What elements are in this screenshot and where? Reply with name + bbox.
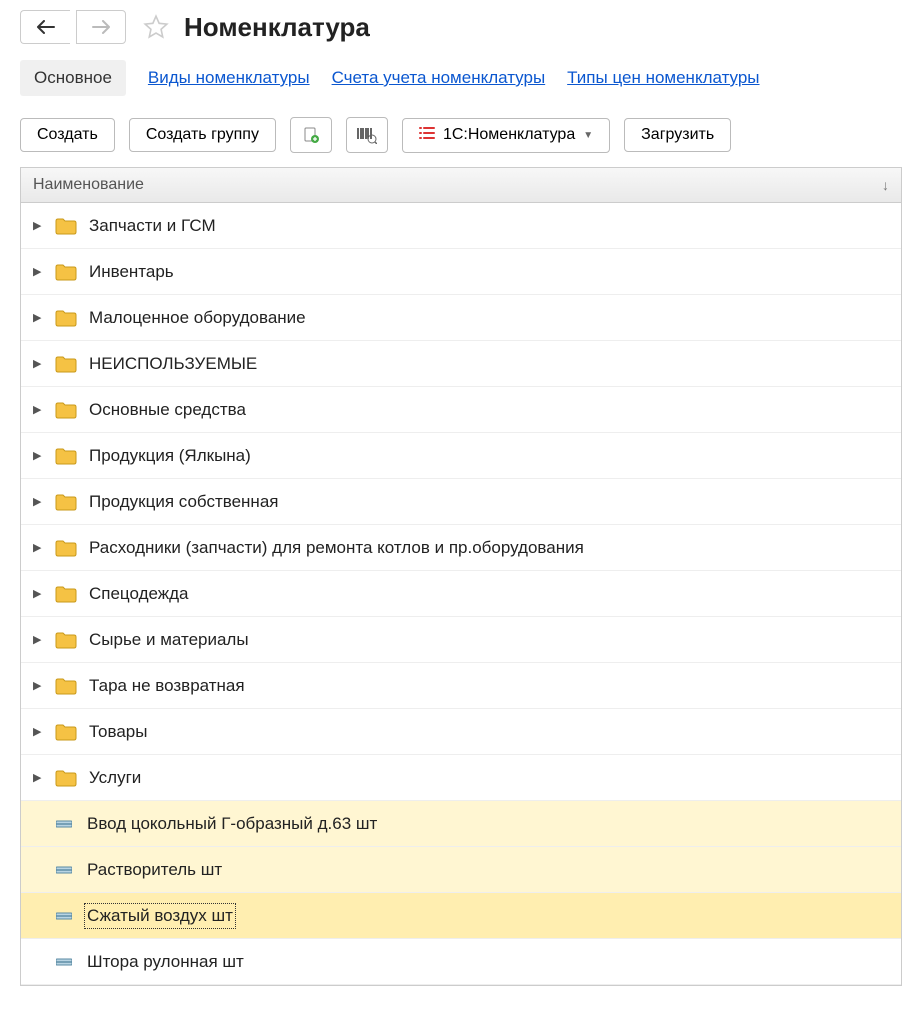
create-button-label: Создать [37,126,98,144]
sort-indicator-icon: ↓ [882,177,889,193]
row-label: Расходники (запчасти) для ремонта котлов… [89,538,584,558]
create-button[interactable]: Создать [20,118,115,152]
item-icon [55,865,73,875]
row-label: Инвентарь [89,262,174,282]
tree-folder-row[interactable]: ▶ Инвентарь [21,249,901,295]
load-button[interactable]: Загрузить [624,118,731,152]
item-icon [55,911,73,921]
chevron-down-icon: ▼ [583,130,593,141]
expand-arrow-icon: ▶ [33,357,47,370]
expand-arrow-icon: ▶ [33,541,47,554]
table-header[interactable]: Наименование ↓ [21,168,901,203]
load-button-label: Загрузить [641,126,714,144]
expand-arrow-icon: ▶ [33,265,47,278]
folder-icon [55,585,77,603]
expand-arrow-icon: ▶ [33,311,47,324]
row-label: Запчасти и ГСМ [89,216,216,236]
reference-dropdown-label: 1С:Номенклатура [443,126,575,144]
tree-folder-row[interactable]: ▶ Продукция собственная [21,479,901,525]
favorite-star-button[interactable] [142,13,170,41]
star-icon [143,14,169,40]
tree-item-row[interactable]: Сжатый воздух шт [21,893,901,939]
row-label: Услуги [89,768,141,788]
expand-arrow-icon: ▶ [33,403,47,416]
nav-back-button[interactable] [20,10,70,44]
tree-folder-row[interactable]: ▶ Основные средства [21,387,901,433]
tree-item-row[interactable]: Штора рулонная шт [21,939,901,985]
tree-folder-row[interactable]: ▶ Малоценное оборудование [21,295,901,341]
row-label: Тара не возвратная [89,676,245,696]
create-group-button[interactable]: Создать группу [129,118,276,152]
folder-icon [55,631,77,649]
tree-folder-row[interactable]: ▶ Расходники (запчасти) для ремонта котло… [21,525,901,571]
row-label: Продукция (Ялкына) [89,446,251,466]
expand-arrow-icon: ▶ [33,219,47,232]
row-label: НЕИСПОЛЬЗУЕМЫЕ [89,354,257,374]
row-label: Спецодежда [89,584,189,604]
row-label: Основные средства [89,400,246,420]
column-header-name: Наименование [33,176,144,194]
tree-folder-row[interactable]: ▶ Спецодежда [21,571,901,617]
tree-folder-row[interactable]: ▶ Товары [21,709,901,755]
expand-arrow-icon: ▶ [33,495,47,508]
item-icon [55,819,73,829]
folder-icon [55,723,77,741]
arrow-left-icon [36,20,56,34]
folder-icon [55,309,77,327]
expand-arrow-icon: ▶ [33,449,47,462]
document-plus-icon [302,126,320,144]
expand-arrow-icon: ▶ [33,679,47,692]
tab-link-price-types[interactable]: Типы цен номенклатуры [567,68,759,88]
tree-folder-row[interactable]: ▶ Услуги [21,755,901,801]
tree-item-row[interactable]: Ввод цокольный Г-образный д.63 шт [21,801,901,847]
page-title: Номенклатура [184,12,370,43]
expand-arrow-icon: ▶ [33,587,47,600]
tree-item-row[interactable]: Растворитель шт [21,847,901,893]
row-label: Штора рулонная шт [87,952,244,972]
folder-icon [55,539,77,557]
reference-dropdown[interactable]: 1С:Номенклатура ▼ [402,118,610,153]
tree-folder-row[interactable]: ▶ Запчасти и ГСМ [21,203,901,249]
row-label: Малоценное оборудование [89,308,306,328]
list-icon [419,126,435,145]
item-icon [55,957,73,967]
folder-icon [55,355,77,373]
expand-arrow-icon: ▶ [33,771,47,784]
folder-icon [55,217,77,235]
nav-forward-button[interactable] [76,10,126,44]
folder-icon [55,263,77,281]
nomenclature-table: Наименование ↓ ▶ Запчасти и ГСМ ▶ Инвентарь… [20,167,902,986]
tab-main[interactable]: Основное [20,60,126,96]
row-label: Сырье и материалы [89,630,249,650]
folder-icon [55,769,77,787]
tree-folder-row[interactable]: ▶ Сырье и материалы [21,617,901,663]
row-label: Растворитель шт [87,860,222,880]
barcode-icon [357,126,377,144]
create-group-button-label: Создать группу [146,126,259,144]
row-label: Продукция собственная [89,492,278,512]
tab-link-accounts[interactable]: Счета учета номенклатуры [332,68,546,88]
tree-folder-row[interactable]: ▶ Продукция (Ялкына) [21,433,901,479]
tree-folder-row[interactable]: ▶ НЕИСПОЛЬЗУЕМЫЕ [21,341,901,387]
folder-icon [55,493,77,511]
tab-link-types[interactable]: Виды номенклатуры [148,68,310,88]
expand-arrow-icon: ▶ [33,725,47,738]
row-label: Сжатый воздух шт [87,906,233,926]
add-item-button[interactable] [290,117,332,153]
row-label: Товары [89,722,147,742]
tree-folder-row[interactable]: ▶ Тара не возвратная [21,663,901,709]
row-label: Ввод цокольный Г-образный д.63 шт [87,814,377,834]
folder-icon [55,447,77,465]
barcode-button[interactable] [346,117,388,153]
folder-icon [55,677,77,695]
folder-icon [55,401,77,419]
expand-arrow-icon: ▶ [33,633,47,646]
arrow-right-icon [91,20,111,34]
